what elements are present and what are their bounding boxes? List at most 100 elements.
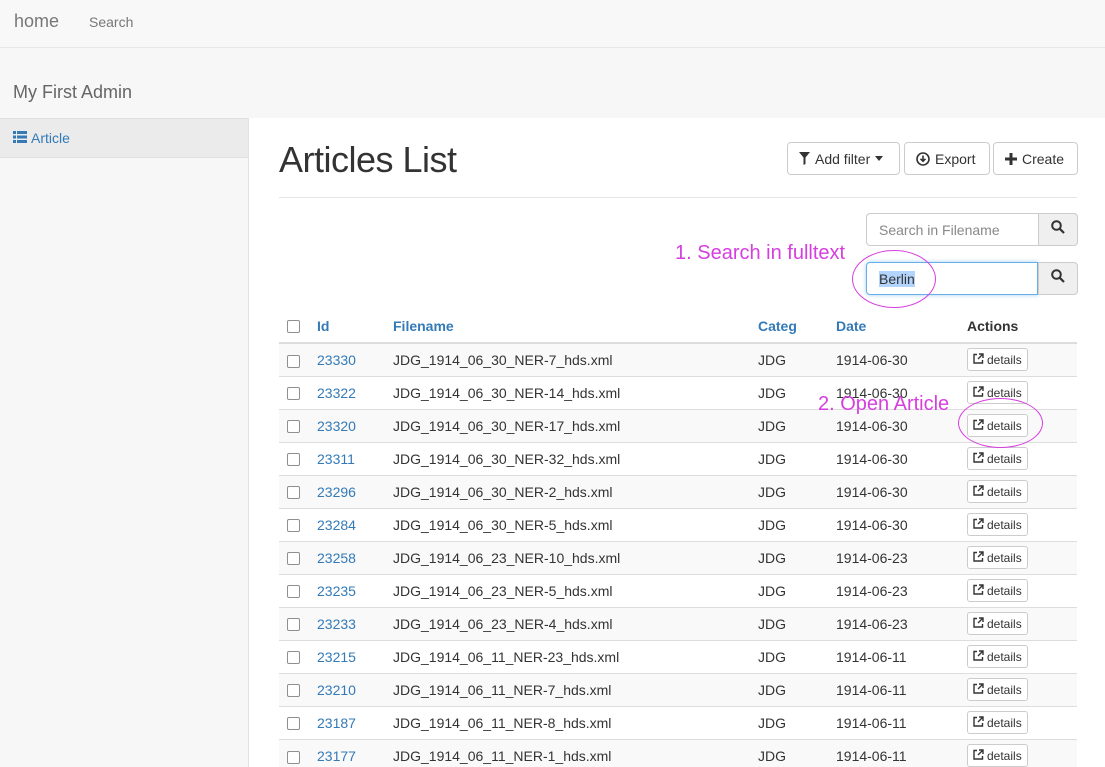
table-row[interactable]: 23235 JDG_1914_06_23_NER-5_hds.xml JDG 1914… [279,573,1077,607]
external-link-icon [973,649,984,664]
table-row[interactable]: 23284 JDG_1914_06_30_NER-5_hds.xml JDG 1914… [279,507,1077,541]
external-link-icon [973,451,984,466]
row-checkbox[interactable] [287,750,300,764]
annotation-circle-search [852,250,936,308]
table-row[interactable]: 23177 JDG_1914_06_11_NER-1_hds.xml JDG 1914… [279,738,1077,767]
details-button[interactable]: details [967,546,1028,569]
row-id-link[interactable]: 23210 [309,672,385,706]
table-row[interactable]: 23187 JDG_1914_06_11_NER-8_hds.xml JDG 1914… [279,705,1077,739]
details-label: details [987,748,1022,763]
row-checkbox[interactable] [287,387,300,401]
row-select-cell [279,474,309,508]
details-label: details [987,550,1022,565]
row-checkbox[interactable] [287,618,300,632]
details-button[interactable]: details [967,744,1028,767]
annotation-step-1: 1. Search in fulltext [675,242,846,264]
table-row[interactable]: 23330 JDG_1914_06_30_NER-7_hds.xml JDG 1914… [279,342,1077,376]
table-row[interactable]: 23311 JDG_1914_06_30_NER-32_hds.xml JDG 191… [279,441,1077,475]
row-checkbox[interactable] [287,519,300,533]
row-checkbox[interactable] [287,420,300,434]
row-id-link[interactable]: 23311 [309,441,385,475]
export-label: Export [935,150,976,167]
filename-search-button[interactable] [1038,213,1078,246]
row-actions: details [959,738,1077,767]
row-filename: JDG_1914_06_30_NER-17_hds.xml [385,408,750,442]
row-select-cell [279,441,309,475]
details-label: details [987,352,1022,367]
row-id-link[interactable]: 23296 [309,474,385,508]
column-header-date[interactable]: Date [828,309,959,344]
select-all-checkbox[interactable] [287,320,300,334]
row-checkbox[interactable] [287,552,300,566]
row-id-link[interactable]: 23177 [309,738,385,767]
row-actions: details [959,672,1077,706]
table-row[interactable]: 23233 JDG_1914_06_23_NER-4_hds.xml JDG 1914… [279,606,1077,640]
row-checkbox[interactable] [287,486,300,500]
sidebar-item-article[interactable]: Article [0,118,248,158]
table-row[interactable]: 23322 JDG_1914_06_30_NER-14_hds.xml JDG 191… [279,375,1077,409]
row-categ: JDG [750,738,828,767]
details-button[interactable]: details [967,348,1028,372]
row-categ: JDG [750,540,828,574]
row-checkbox[interactable] [287,717,300,731]
table-header-row: Id Filename Categ Date Actions [279,309,1077,344]
row-id-link[interactable]: 23322 [309,375,385,409]
table-body: 23330 JDG_1914_06_30_NER-7_hds.xml JDG 1914… [279,342,1077,767]
row-checkbox[interactable] [287,354,300,368]
row-date: 1914-06-30 [828,441,959,475]
articles-table: Id Filename Categ Date Actions 23330 JDG_… [279,309,1077,767]
page-title: Articles List [279,139,457,180]
home-link[interactable]: home [14,11,59,32]
row-id-link[interactable]: 23330 [309,342,385,376]
column-header-id[interactable]: Id [309,309,385,344]
row-filename: JDG_1914_06_11_NER-7_hds.xml [385,672,750,706]
row-id-link[interactable]: 23233 [309,606,385,640]
column-header-filename[interactable]: Filename [385,309,750,344]
row-checkbox[interactable] [287,585,300,599]
external-link-icon [973,353,984,367]
table-row[interactable]: 23296 JDG_1914_06_30_NER-2_hds.xml JDG 1914… [279,474,1077,508]
row-id-link[interactable]: 23235 [309,573,385,607]
details-button[interactable]: details [967,678,1028,701]
details-button[interactable]: details [967,645,1028,668]
row-checkbox[interactable] [287,651,300,665]
row-checkbox[interactable] [287,453,300,467]
details-button[interactable]: details [967,447,1028,470]
row-filename: JDG_1914_06_30_NER-14_hds.xml [385,375,750,409]
row-select-cell [279,507,309,541]
details-button[interactable]: details [967,711,1028,734]
details-label: details [987,517,1022,532]
table-row[interactable]: 23215 JDG_1914_06_11_NER-23_hds.xml JDG 191… [279,639,1077,673]
row-actions: details [959,540,1077,574]
column-header-categ[interactable]: Categ [750,309,828,344]
add-filter-button[interactable]: Add filter [787,142,900,175]
row-id-link[interactable]: 23187 [309,705,385,739]
filename-search-input[interactable] [866,213,1038,246]
details-button[interactable]: details [967,612,1028,635]
fulltext-search-button[interactable] [1038,262,1078,295]
row-filename: JDG_1914_06_23_NER-10_hds.xml [385,540,750,574]
row-id-link[interactable]: 23320 [309,408,385,442]
details-button[interactable]: details [967,513,1028,536]
search-nav-link[interactable]: Search [89,14,133,30]
table-row[interactable]: 23258 JDG_1914_06_23_NER-10_hds.xml JDG 191… [279,540,1077,574]
admin-title: My First Admin [13,82,133,102]
external-link-icon [973,583,984,598]
row-id-link[interactable]: 23284 [309,507,385,541]
details-label: details [987,484,1022,499]
list-icon [13,130,27,146]
details-button[interactable]: details [967,480,1028,503]
row-categ: JDG [750,573,828,607]
row-filename: JDG_1914_06_11_NER-1_hds.xml [385,738,750,767]
row-id-link[interactable]: 23258 [309,540,385,574]
create-button[interactable]: Create [993,142,1078,175]
export-button[interactable]: Export [904,142,990,175]
details-button[interactable]: details [967,579,1028,602]
external-link-icon [973,385,984,400]
row-checkbox[interactable] [287,684,300,698]
row-date: 1914-06-23 [828,540,959,574]
select-all-header [279,309,309,344]
table-row[interactable]: 23210 JDG_1914_06_11_NER-7_hds.xml JDG 1914… [279,672,1077,706]
row-id-link[interactable]: 23215 [309,639,385,673]
row-date: 1914-06-30 [828,342,959,376]
